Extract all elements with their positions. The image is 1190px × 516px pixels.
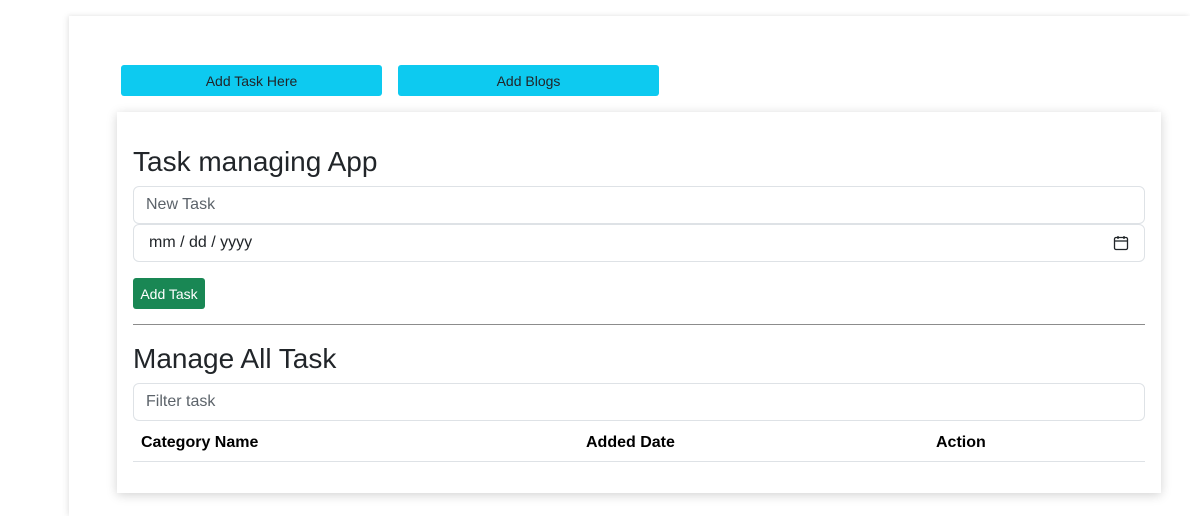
task-card: Task managing App mm / dd / yyyy Add Tas… xyxy=(117,112,1161,493)
new-task-input[interactable] xyxy=(133,186,1145,224)
manage-title: Manage All Task xyxy=(133,343,337,374)
filter-task-input[interactable] xyxy=(133,383,1145,421)
date-placeholder: mm / dd / yyyy xyxy=(149,234,253,251)
add-blogs-button[interactable]: Add Blogs xyxy=(398,65,659,96)
add-task-here-button[interactable]: Add Task Here xyxy=(121,65,382,96)
calendar-icon[interactable] xyxy=(1113,235,1129,251)
date-input[interactable]: mm / dd / yyyy xyxy=(133,224,1145,262)
section-divider xyxy=(133,324,1145,325)
task-table-header: Category Name Added Date Action xyxy=(133,430,1145,462)
column-header-added-date: Added Date xyxy=(586,434,675,451)
column-header-action: Action xyxy=(936,434,986,451)
app-title: Task managing App xyxy=(133,146,378,177)
column-header-category-name: Category Name xyxy=(141,434,259,451)
add-task-button[interactable]: Add Task xyxy=(133,278,205,309)
